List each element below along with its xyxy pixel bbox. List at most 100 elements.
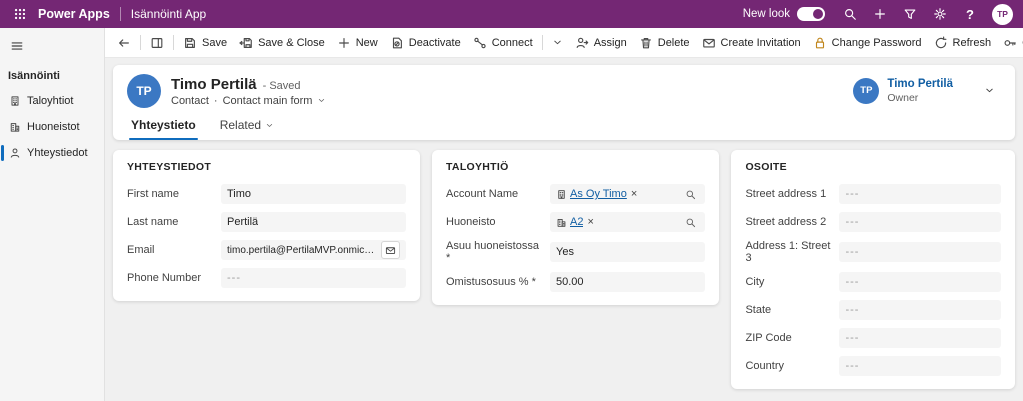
sidebar-item-label: Taloyhtiot: [27, 95, 73, 107]
field-label: Email: [127, 244, 221, 256]
topbar-actions: New look ? TP: [743, 1, 1013, 27]
owner-avatar: TP: [853, 78, 879, 104]
header-collapse-button[interactable]: [977, 79, 1001, 103]
street-address-1-input[interactable]: ---: [839, 184, 1001, 204]
remove-value-icon[interactable]: ×: [630, 189, 638, 200]
section-osoite: OSOITE Street address 1 --- Street addre…: [731, 150, 1015, 389]
change-password-button[interactable]: Change Password: [807, 31, 928, 55]
new-look-toggle-group[interactable]: New look: [743, 7, 825, 21]
tab-label: Yhteystieto: [131, 118, 196, 132]
remove-value-icon[interactable]: ×: [586, 217, 594, 228]
record-save-status: - Saved: [263, 80, 301, 92]
field-huoneisto: Huoneisto A2 ×: [446, 212, 705, 232]
lookup-pill: As Oy Timo ×: [556, 188, 638, 200]
lookup-link[interactable]: As Oy Timo: [570, 188, 627, 200]
quick-create-plus-icon[interactable]: [867, 1, 893, 27]
field-label: ZIP Code: [745, 332, 839, 344]
sidebar-item-huoneistot[interactable]: Huoneistot: [0, 114, 104, 140]
section-taloyhtio: TALOYHTIÖ Account Name As Oy Timo ×: [432, 150, 719, 305]
search-icon[interactable]: [837, 1, 863, 27]
asuu-huoneistossa-input[interactable]: Yes: [550, 242, 705, 262]
lookup-search-icon[interactable]: [681, 213, 699, 231]
field-value: ---: [845, 246, 859, 258]
filter-icon[interactable]: [897, 1, 923, 27]
settings-gear-icon[interactable]: [927, 1, 953, 27]
field-value: Timo: [227, 188, 251, 200]
user-avatar[interactable]: TP: [992, 4, 1013, 25]
field-street-address-1: Street address 1 ---: [745, 184, 1001, 204]
chevron-down-icon[interactable]: [317, 96, 326, 105]
field-first-name: First name Timo: [127, 184, 406, 204]
sidebar-item-yhteystiedot[interactable]: Yhteystiedot: [0, 140, 104, 166]
account-name-lookup[interactable]: As Oy Timo ×: [550, 184, 705, 204]
owner-info[interactable]: Timo Pertilä Owner: [887, 78, 953, 104]
environment-name[interactable]: Isännöinti App: [131, 7, 206, 21]
field-zip-code: ZIP Code ---: [745, 328, 1001, 348]
city-input[interactable]: ---: [839, 272, 1001, 292]
zip-code-input[interactable]: ---: [839, 328, 1001, 348]
back-button[interactable]: [111, 31, 137, 55]
tab-yhteystieto[interactable]: Yhteystieto: [129, 113, 198, 140]
field-label: Last name: [127, 216, 221, 228]
field-label: Street address 2: [745, 216, 839, 228]
owner-name[interactable]: Timo Pertilä: [887, 78, 953, 92]
tab-related[interactable]: Related: [218, 113, 276, 140]
help-icon[interactable]: ?: [957, 1, 983, 27]
field-label: Account Name: [446, 188, 550, 200]
field-phone-number: Phone Number ---: [127, 268, 406, 288]
save-and-close-button[interactable]: Save & Close: [233, 31, 331, 55]
assign-button[interactable]: Assign: [569, 31, 633, 55]
app-launcher-waffle-icon[interactable]: [6, 0, 34, 28]
form-selector[interactable]: Contact main form: [223, 95, 313, 107]
save-button[interactable]: Save: [177, 31, 233, 55]
huoneisto-lookup[interactable]: A2 ×: [550, 212, 705, 232]
send-email-button[interactable]: [381, 241, 400, 259]
new-look-toggle[interactable]: [797, 7, 825, 21]
first-name-input[interactable]: Timo: [221, 184, 406, 204]
form-content: TP Timo Pertilä - Saved Contact · Contac…: [105, 58, 1023, 401]
connect-dropdown-button[interactable]: [546, 31, 569, 55]
apartment-icon: [9, 121, 21, 133]
topbar-divider: [120, 7, 121, 21]
field-label: Asuu huoneistossa *: [446, 240, 550, 264]
create-invitation-button[interactable]: Create Invitation: [696, 31, 807, 55]
delete-button[interactable]: Delete: [633, 31, 696, 55]
email-input[interactable]: timo.pertila@PertilaMVP.onmicrosoft.com: [221, 240, 406, 260]
envelope-icon: [702, 36, 716, 50]
country-input[interactable]: ---: [839, 356, 1001, 376]
field-label: First name: [127, 188, 221, 200]
button-label: Deactivate: [409, 37, 461, 49]
building-icon: [556, 189, 567, 200]
field-label: Country: [745, 360, 839, 372]
field-address-1-street-3: Address 1: Street 3 ---: [745, 240, 1001, 264]
omistusosuus-input[interactable]: 50.00: [550, 272, 705, 292]
state-input[interactable]: ---: [839, 300, 1001, 320]
button-label: Connect: [492, 37, 533, 49]
address-1-street-3-input[interactable]: ---: [839, 242, 1001, 262]
connect-button[interactable]: Connect: [467, 31, 539, 55]
sidebar-item-taloyhtiot[interactable]: Taloyhtiot: [0, 88, 104, 114]
app-name[interactable]: Power Apps: [38, 7, 110, 21]
field-country: Country ---: [745, 356, 1001, 376]
deactivate-button[interactable]: Deactivate: [384, 31, 467, 55]
lookup-search-icon[interactable]: [681, 185, 699, 203]
building-icon: [9, 95, 21, 107]
chevron-down-icon: [984, 85, 995, 96]
hamburger-menu-icon[interactable]: [4, 33, 30, 59]
focused-view-button[interactable]: [144, 31, 170, 55]
section-title: OSOITE: [745, 161, 1001, 173]
top-bar: Power Apps Isännöinti App New look ? TP: [0, 0, 1023, 28]
button-label: Assign: [594, 37, 627, 49]
refresh-button[interactable]: Refresh: [928, 31, 998, 55]
lookup-link[interactable]: A2: [570, 216, 583, 228]
new-button[interactable]: New: [331, 31, 384, 55]
record-header-card: TP Timo Pertilä - Saved Contact · Contac…: [113, 65, 1015, 140]
phone-number-input[interactable]: ---: [221, 268, 406, 288]
last-name-input[interactable]: Pertilä: [221, 212, 406, 232]
street-address-2-input[interactable]: ---: [839, 212, 1001, 232]
check-access-button[interactable]: Check Access: [997, 31, 1023, 55]
button-label: New: [356, 37, 378, 49]
button-label: Save: [202, 37, 227, 49]
key-icon: [1003, 36, 1017, 50]
field-label: City: [745, 276, 839, 288]
